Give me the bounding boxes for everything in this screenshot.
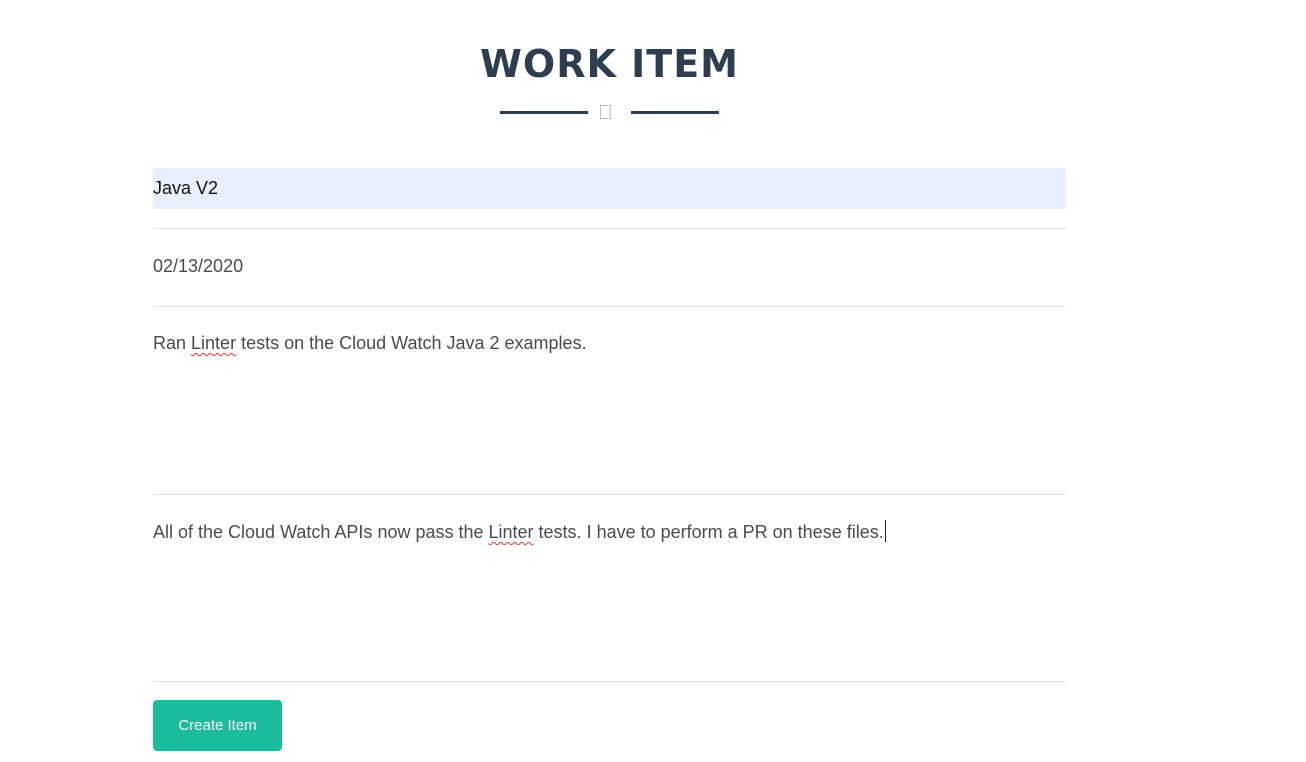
title-input-value: Java V2	[153, 178, 218, 198]
field-divider	[153, 494, 1066, 495]
field-divider	[153, 681, 1066, 682]
star-icon	[600, 105, 611, 119]
spellcheck-word: Linter	[488, 522, 534, 542]
status-prefix: All of the Cloud Watch APIs now pass the	[153, 522, 489, 542]
description-suffix: tests on the Cloud Watch Java 2 examples…	[236, 333, 587, 353]
description-textarea[interactable]: Ran Linter tests on the Cloud Watch Java…	[153, 333, 1066, 493]
title-text: Java V2	[153, 178, 219, 198]
title-input[interactable]: Java V2	[153, 168, 1066, 209]
divider-line-right	[631, 111, 719, 114]
field-divider	[153, 306, 1066, 307]
page-title: WORK ITEM	[480, 42, 739, 86]
status-suffix: tests. I have to perform a PR on these f…	[533, 522, 884, 542]
description-prefix: Ran	[153, 333, 192, 353]
date-input-value: 02/13/2020	[153, 256, 244, 276]
field-divider	[153, 228, 1066, 229]
status-textarea[interactable]: All of the Cloud Watch APIs now pass the…	[153, 520, 1066, 680]
create-item-button[interactable]: Create Item	[153, 700, 282, 751]
work-item-page: WORK ITEM Java V2 02/13/2020 Ran Linter …	[0, 0, 1306, 762]
text-caret	[884, 520, 886, 542]
divider-line-left	[500, 111, 588, 114]
spellcheck-word: Linter	[191, 333, 237, 353]
title-divider	[500, 104, 719, 122]
date-input[interactable]: 02/13/2020	[153, 256, 1066, 280]
